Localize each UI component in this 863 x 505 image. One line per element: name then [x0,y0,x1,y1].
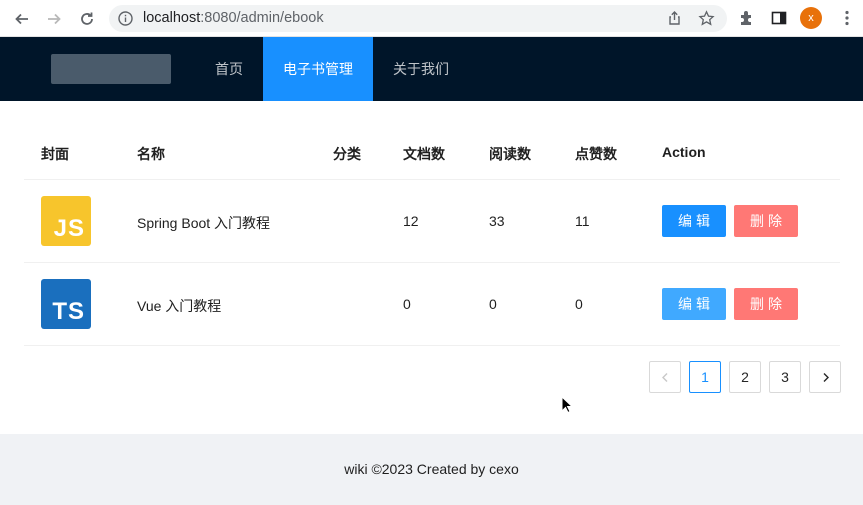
table-cell-name: Spring Boot 入门教程 [137,215,271,231]
table-divider [24,345,840,346]
url-path: :8080/admin/ebook [200,10,324,26]
page-footer: wiki ©2023 Created by cexo [0,434,863,505]
ebook-table-section: 封面 名称 分类 文档数 阅读数 点赞数 Action JS Spring Bo… [0,101,863,434]
table-divider [24,179,840,180]
url-host: localhost [143,10,201,26]
table-cell-vote-count: 11 [575,213,590,229]
cover-text: TS [52,298,85,325]
pagination-prev-button[interactable] [649,361,681,393]
extensions-icon[interactable] [738,9,756,27]
table-cell-view-count: 0 [489,296,497,312]
reload-icon[interactable] [76,8,98,30]
chevron-left-icon [661,372,667,382]
table-cell-view-count: 33 [489,213,505,229]
kebab-menu-icon[interactable] [838,9,856,27]
menu-item-home[interactable]: 首页 [195,37,263,101]
column-header-cover: 封面 [41,146,69,162]
address-bar[interactable]: localhost:8080/admin/ebook [109,5,727,32]
cover-image-ts: TS [41,279,91,329]
cover-image-js: JS [41,196,91,246]
table-cell-name: Vue 入门教程 [137,298,222,314]
chevron-right-icon [823,372,829,382]
delete-button[interactable]: 删除 [734,205,798,237]
menu-item-ebook-admin[interactable]: 电子书管理 [263,37,373,101]
table-cell-vote-count: 0 [575,296,583,312]
column-header-vote-count: 点赞数 [575,146,617,162]
pagination-next-button[interactable] [809,361,841,393]
back-icon[interactable] [11,8,33,30]
table-cell-doc-count: 0 [403,296,411,312]
footer-text: wiki ©2023 Created by cexo [344,461,519,477]
cover-text: JS [53,215,85,242]
column-header-action: Action [662,144,706,160]
table-divider [24,262,840,263]
table-cell-doc-count: 12 [403,213,419,229]
pagination-page-2[interactable]: 2 [729,361,761,393]
url-text: localhost:8080/admin/ebook [143,10,324,26]
logo-placeholder[interactable] [51,54,171,84]
forward-icon[interactable] [43,8,65,30]
column-header-name: 名称 [137,146,165,162]
browser-toolbar: localhost:8080/admin/ebook x [0,0,863,37]
sidebar-icon[interactable] [770,9,788,27]
star-icon[interactable] [698,10,715,27]
edit-button[interactable]: 编辑 [662,205,726,237]
menu-item-about[interactable]: 关于我们 [373,37,469,101]
mouse-cursor-icon [561,396,573,414]
delete-button[interactable]: 删除 [734,288,798,320]
pagination-page-1[interactable]: 1 [689,361,721,393]
share-icon[interactable] [666,10,683,27]
column-header-category: 分类 [333,146,361,162]
column-header-doc-count: 文档数 [403,146,445,162]
pagination-page-3[interactable]: 3 [769,361,801,393]
profile-avatar[interactable]: x [800,7,822,29]
app-header: 首页 电子书管理 关于我们 [0,37,863,101]
column-header-view-count: 阅读数 [489,146,531,162]
edit-button[interactable]: 编辑 [662,288,726,320]
info-icon[interactable] [117,10,134,27]
